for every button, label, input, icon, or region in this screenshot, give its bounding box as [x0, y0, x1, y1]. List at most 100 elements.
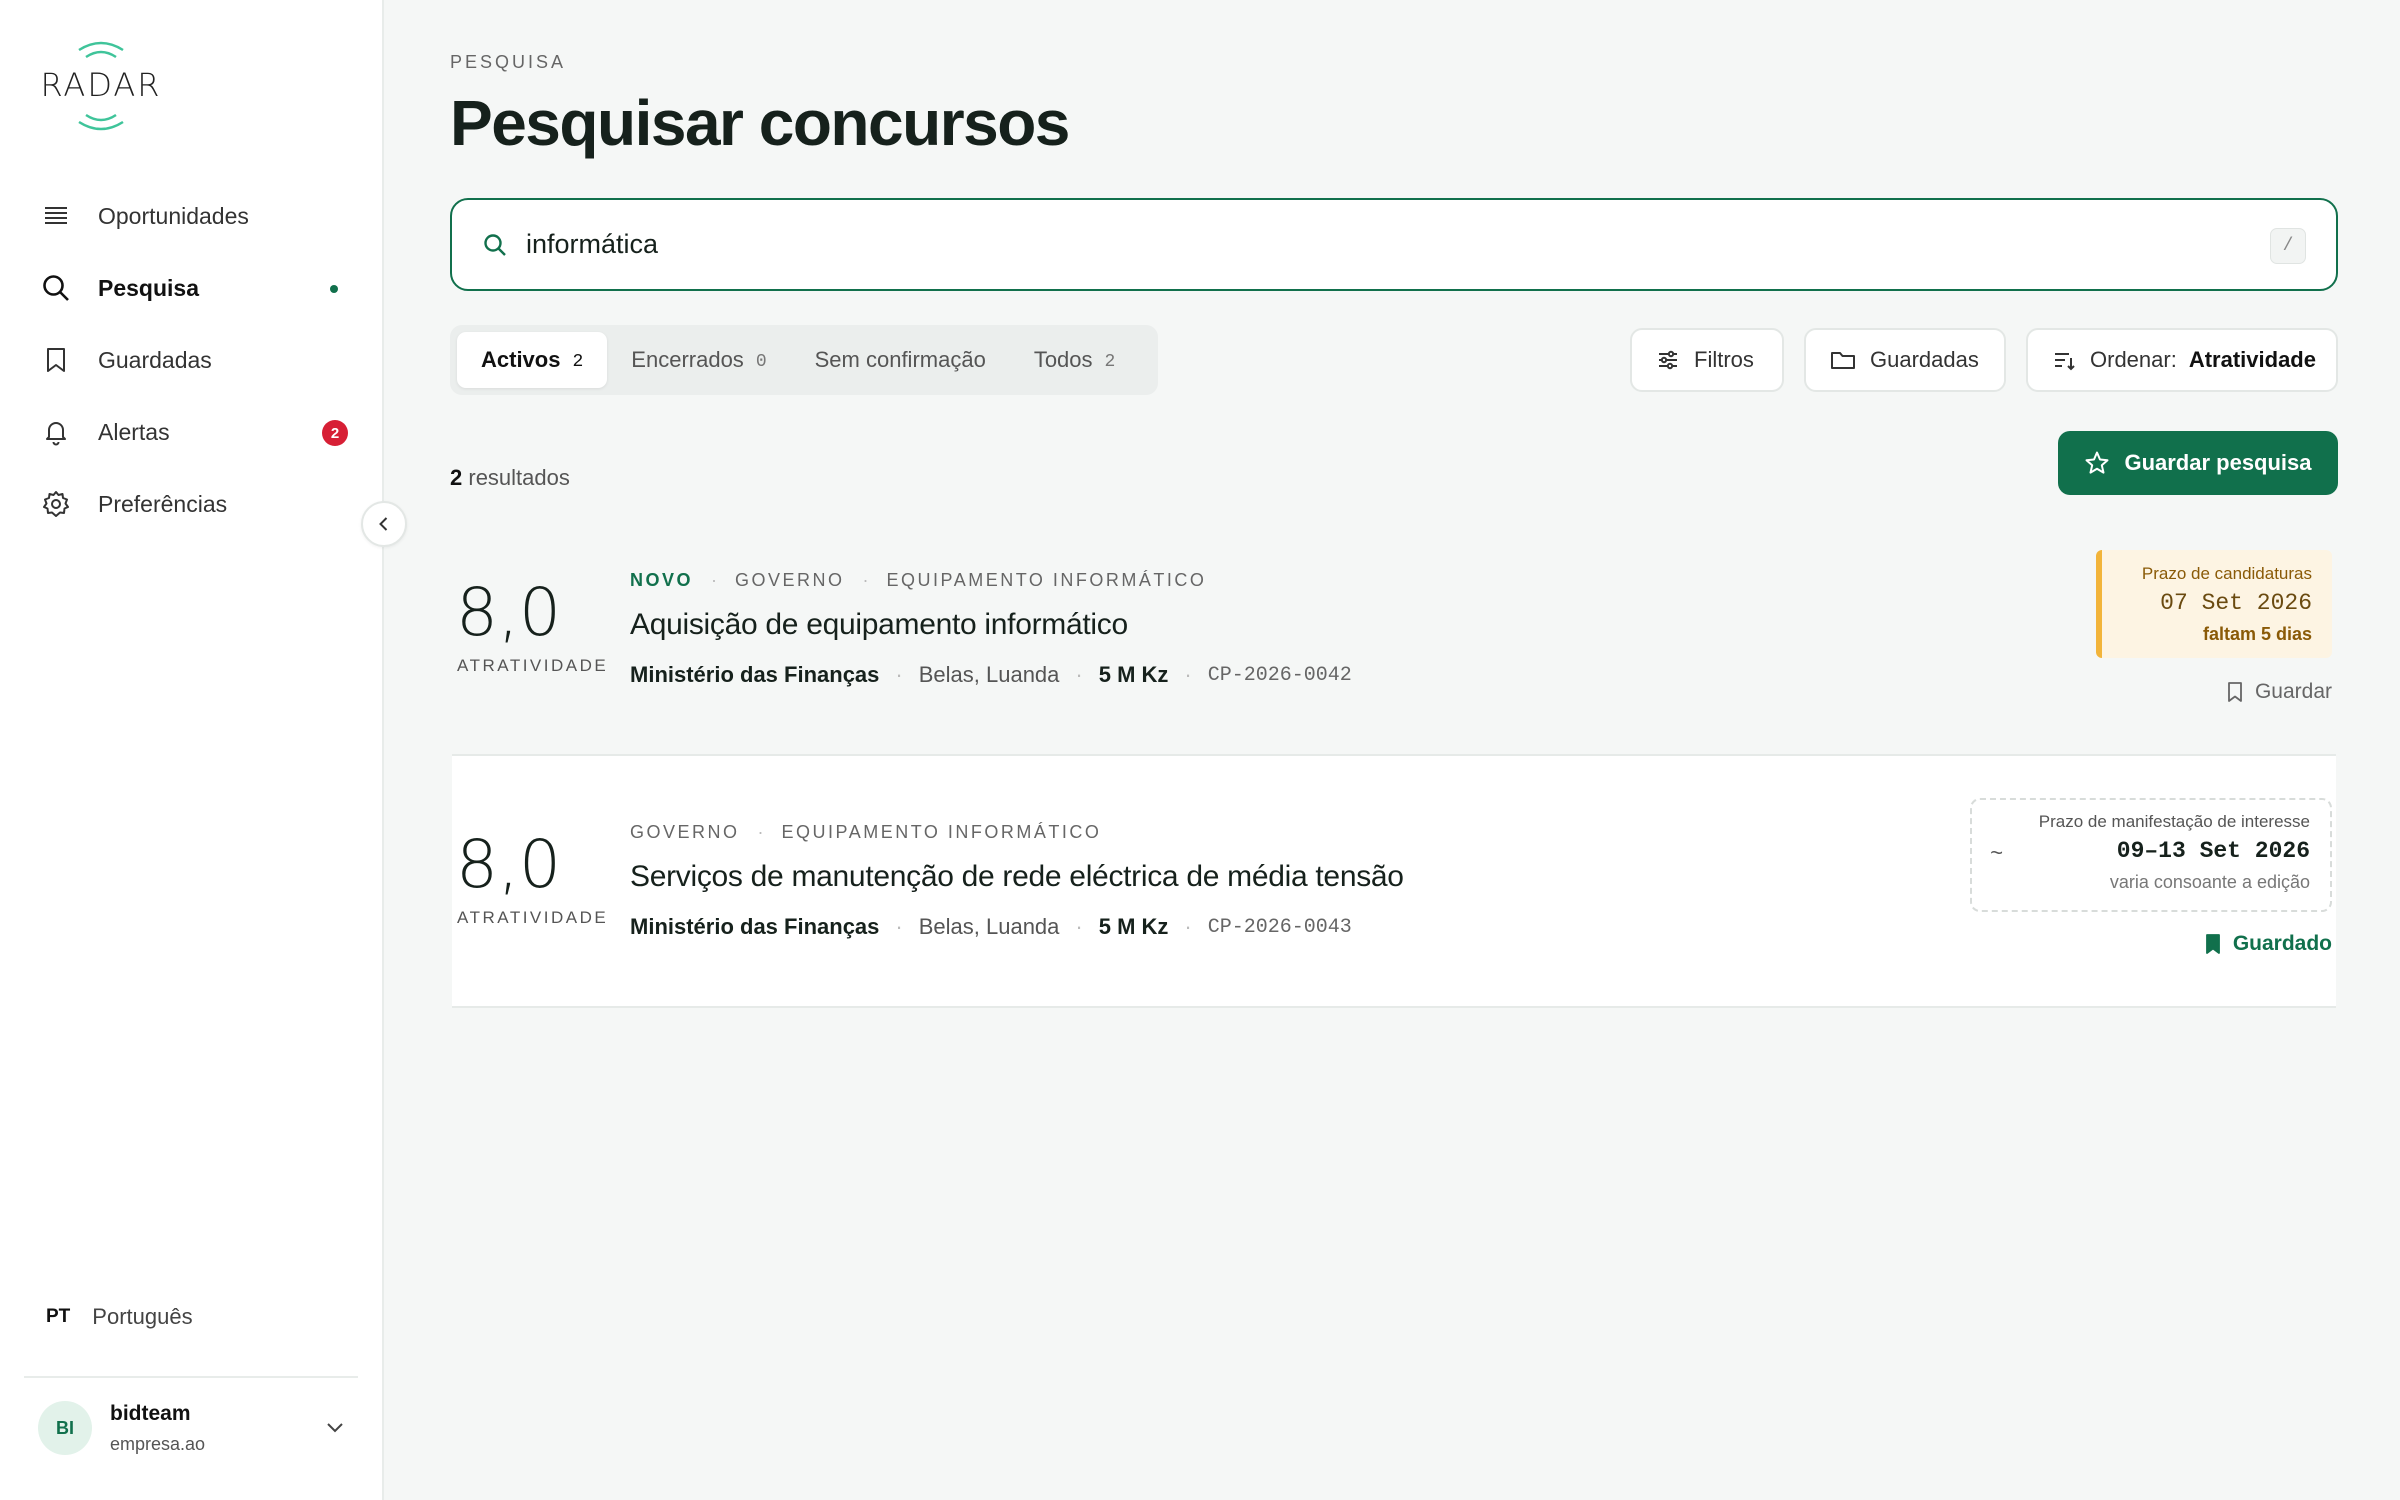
bookmark-icon	[2225, 681, 2245, 703]
chevron-down-icon	[322, 1414, 348, 1445]
page-eyebrow: PESQUISA	[450, 52, 567, 72]
sidebar-item-label: Alertas	[98, 418, 170, 445]
category-tag: GOVERNO	[630, 822, 740, 842]
result-meta: Ministério das Finanças · Belas, Luanda …	[630, 914, 1352, 939]
keyboard-shortcut-hint: /	[2270, 228, 2306, 264]
deadline-note: faltam 5 dias	[2202, 624, 2312, 644]
alerts-count-badge: 2	[322, 420, 348, 446]
result-tags: NOVO · GOVERNO · EQUIPAMENTO INFORMÁTICO	[630, 570, 1207, 590]
filters-button[interactable]: Filtros	[1630, 328, 1784, 392]
results-count: 2 resultados	[450, 465, 570, 491]
tab-todos[interactable]: Todos 2	[1010, 332, 1140, 388]
list-icon	[40, 200, 72, 232]
category-tag: EQUIPAMENTO INFORMÁTICO	[886, 570, 1207, 590]
result-reference: CP-2026-0043	[1207, 915, 1352, 939]
tab-activos[interactable]: Activos 2	[457, 332, 608, 388]
user-org: empresa.ao	[110, 1433, 206, 1454]
result-org: Ministério das Finanças	[630, 914, 880, 939]
sidebar-item-label: Oportunidades	[98, 202, 249, 229]
result-org: Ministério das Finanças	[630, 662, 880, 687]
tab-label: Sem confirmação	[814, 347, 986, 372]
status-tabs: Activos 2 Encerrados 0 Sem confirmação T…	[450, 325, 1158, 395]
save-label: Guardar	[2254, 680, 2332, 703]
bell-icon	[40, 416, 72, 448]
result-meta: Ministério das Finanças · Belas, Luanda …	[630, 662, 1352, 687]
user-name: bidteam	[110, 1401, 191, 1425]
attractiveness-label: ATRATIVIDADE	[457, 908, 609, 927]
tab-label: Todos	[1033, 347, 1093, 372]
user-menu[interactable]: BI bidteam empresa.ao	[38, 1398, 348, 1458]
deadline-label: Prazo de candidaturas	[2141, 564, 2312, 583]
tab-label: Activos	[481, 347, 561, 372]
sort-icon	[2052, 348, 2076, 372]
save-button[interactable]: Guardar	[2225, 680, 2332, 704]
language-label: Português	[92, 1304, 193, 1329]
divider	[24, 1376, 358, 1378]
search-bar[interactable]: /	[450, 198, 2338, 291]
result-location: Belas, Luanda	[918, 662, 1060, 687]
avatar: BI	[38, 1401, 92, 1455]
saved-button[interactable]: Guardado	[2203, 932, 2332, 956]
radar-logo[interactable]: RADAR	[38, 34, 164, 138]
collapse-sidebar-button[interactable]	[361, 501, 407, 547]
result-location: Belas, Luanda	[918, 914, 1060, 939]
result-value: 5 M Kz	[1098, 914, 1169, 939]
sidebar-item-guardadas[interactable]: Guardadas	[40, 324, 350, 396]
saved-label: Guardadas	[1870, 347, 1979, 372]
result-title[interactable]: Aquisição de equipamento informático	[630, 608, 1128, 642]
tab-encerrados[interactable]: Encerrados 0	[607, 332, 790, 388]
attractiveness-score: 8,0	[456, 574, 561, 651]
result-tags: GOVERNO · EQUIPAMENTO INFORMÁTICO	[630, 822, 1102, 842]
deadline-date: 07 Set 2026	[2160, 590, 2312, 616]
sidebar-item-pesquisa[interactable]: Pesquisa	[40, 252, 350, 324]
tab-sem-confirmacao[interactable]: Sem confirmação	[791, 332, 1010, 388]
bookmark-icon	[40, 344, 72, 376]
star-icon	[2084, 450, 2110, 476]
new-tag: NOVO	[630, 570, 694, 590]
active-indicator-dot	[330, 285, 338, 293]
sidebar: RADAR Oportunidades Pesquisa Guardadas A…	[0, 0, 384, 1500]
saved-label: Guardado	[2232, 932, 2332, 955]
attractiveness-label: ATRATIVIDADE	[457, 656, 609, 675]
sidebar-item-label: Pesquisa	[98, 274, 199, 301]
deadline-card: ~ Prazo de manifestação de interesse 09–…	[1970, 798, 2332, 912]
result-row[interactable]: 8,0 ATRATIVIDADE GOVERNO · EQUIPAMENTO I…	[452, 756, 2336, 1008]
sort-dropdown[interactable]: Ordenar: Atratividade	[2026, 328, 2338, 392]
category-tag: EQUIPAMENTO INFORMÁTICO	[781, 822, 1102, 842]
sliders-icon	[1656, 348, 1680, 372]
attractiveness-score: 8,0	[456, 826, 561, 903]
save-search-button[interactable]: Guardar pesquisa	[2058, 431, 2338, 495]
language-selector[interactable]: PT Português	[46, 1304, 193, 1330]
sort-value: Atratividade	[2188, 347, 2316, 372]
search-input[interactable]	[526, 229, 2126, 260]
sidebar-item-oportunidades[interactable]: Oportunidades	[40, 180, 350, 252]
tab-count: 2	[572, 352, 584, 372]
deadline-label: Prazo de manifestação de interesse	[2038, 812, 2310, 831]
tab-count: 2	[1104, 352, 1116, 372]
results-count-suffix: resultados	[468, 465, 570, 490]
chevron-left-icon	[374, 514, 394, 534]
tab-label: Encerrados	[631, 347, 744, 372]
deadline-card: Prazo de candidaturas 07 Set 2026 faltam…	[2096, 550, 2332, 658]
result-reference: CP-2026-0042	[1207, 663, 1352, 687]
result-value: 5 M Kz	[1098, 662, 1169, 687]
deadline-date: 09–13 Set 2026	[2116, 838, 2310, 864]
sidebar-item-preferencias[interactable]: Preferências	[40, 468, 350, 540]
saved-button[interactable]: Guardadas	[1804, 328, 2006, 392]
sidebar-item-label: Guardadas	[98, 346, 212, 373]
sidebar-item-label: Preferências	[98, 490, 228, 517]
result-row[interactable]: 8,0 ATRATIVIDADE NOVO · GOVERNO · EQUIPA…	[452, 504, 2336, 756]
approximate-marker: ~	[1990, 842, 2004, 867]
sidebar-item-alertas[interactable]: Alertas 2	[40, 396, 350, 468]
gear-icon	[40, 488, 72, 520]
save-search-label: Guardar pesquisa	[2124, 450, 2312, 475]
result-title[interactable]: Serviços de manutenção de rede eléctrica…	[630, 860, 1404, 894]
language-code: PT	[46, 1306, 71, 1327]
search-icon	[40, 272, 72, 304]
search-icon	[482, 232, 508, 258]
results-count-number: 2	[450, 465, 463, 490]
bookmark-filled-icon	[2203, 933, 2223, 955]
folder-icon	[1830, 348, 1856, 372]
page-title: Pesquisar concursos	[450, 87, 1070, 159]
filters-label: Filtros	[1694, 347, 1754, 372]
